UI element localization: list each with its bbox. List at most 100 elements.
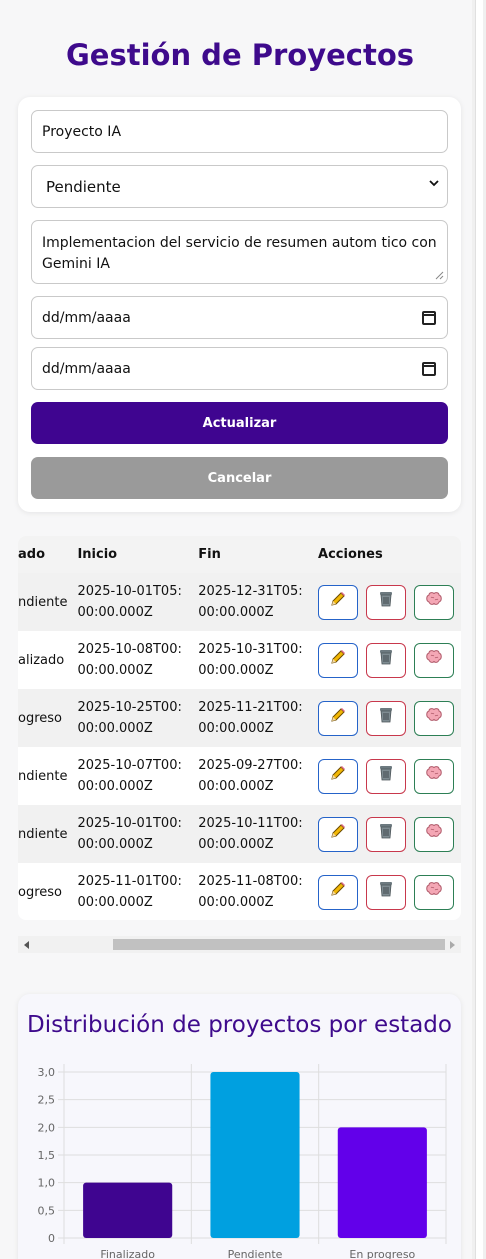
brain-icon (425, 707, 443, 730)
delete-button[interactable] (366, 700, 407, 736)
delete-button[interactable] (366, 816, 407, 852)
column-header-acciones: Acciones (308, 536, 461, 573)
table-header-row: ado Inicio Fin Acciones (18, 536, 461, 573)
start-date-input[interactable]: dd/mm/aaaa (31, 296, 448, 339)
ai-summary-button[interactable] (414, 758, 455, 794)
pencil-icon (329, 590, 347, 615)
cell-inicio: 2025-11-01T00:00:00.000Z (77, 874, 182, 910)
trash-icon (378, 590, 394, 615)
edit-button[interactable] (318, 584, 359, 620)
cancel-button[interactable]: Cancelar (31, 457, 448, 499)
status-select[interactable]: Pendiente (31, 165, 448, 208)
ai-summary-button[interactable] (414, 700, 455, 736)
update-button[interactable]: Actualizar (31, 402, 448, 444)
project-name-value: Proyecto IA (42, 123, 122, 140)
page-title: Gestión de Proyectos (65, 38, 414, 72)
scroll-right-arrow-icon[interactable] (450, 941, 455, 949)
delete-button[interactable] (366, 642, 407, 678)
cell-acciones (308, 689, 461, 747)
project-name-input[interactable]: Proyecto IA (31, 110, 448, 153)
delete-button[interactable] (366, 874, 407, 910)
scrollbar-thumb[interactable] (113, 939, 445, 950)
cell-fin: 2025-10-31T00:00:00.000Z (198, 642, 303, 678)
table-row: ndiente 2025-10-01T05:00:00.000Z 2025-12-3… (18, 573, 461, 631)
start-date-placeholder: dd/mm/aaaa (42, 309, 131, 326)
delete-button[interactable] (366, 584, 407, 620)
x-tick-label: Pendiente (228, 1248, 283, 1259)
trash-icon (378, 764, 394, 789)
table-row: ogreso 2025-10-25T00:00:00.000Z 2025-11-21… (18, 689, 461, 747)
cell-acciones (308, 863, 461, 920)
cell-acciones (308, 805, 461, 863)
table-row: ndiente 2025-10-01T00:00:00.000Z 2025-10-1… (18, 805, 461, 863)
cell-estado: ndiente (18, 768, 68, 784)
y-tick-label: 1,0 (38, 1177, 56, 1190)
column-header-fin: Fin (188, 536, 309, 573)
pencil-icon (329, 880, 347, 905)
ai-summary-button[interactable] (414, 874, 455, 910)
cell-estado: ogreso (18, 689, 68, 747)
calendar-icon[interactable] (422, 362, 436, 376)
trash-icon (378, 648, 394, 673)
pencil-icon (329, 648, 347, 673)
y-tick-label: 0 (48, 1232, 55, 1245)
edit-button[interactable] (318, 758, 359, 794)
cell-inicio: 2025-10-07T00:00:00.000Z (77, 758, 182, 794)
cell-inicio: 2025-10-25T00:00:00.000Z (67, 689, 189, 747)
trash-icon (378, 706, 394, 731)
y-tick-label: 3,0 (38, 1066, 56, 1079)
bar-chart: 0 0,5 1,0 1,5 2,0 2,5 3,0 Finalizado Pendiente En… (38, 1064, 447, 1259)
y-tick-label: 1,5 (38, 1149, 56, 1162)
brain-icon (425, 765, 443, 788)
bar-finalizado[interactable] (83, 1182, 173, 1238)
cell-inicio: 2025-10-08T00:00:00.000Z (77, 642, 182, 678)
scroll-left-arrow-icon[interactable] (24, 941, 29, 949)
calendar-icon[interactable] (422, 311, 436, 325)
pencil-icon (329, 764, 347, 789)
trash-icon (378, 822, 394, 847)
cell-acciones (308, 631, 461, 689)
cell-acciones (308, 747, 461, 805)
ai-summary-button[interactable] (414, 584, 455, 620)
cell-inicio: 2025-10-01T05:00:00.000Z (67, 573, 189, 631)
ai-summary-button[interactable] (414, 816, 455, 852)
pencil-icon (329, 706, 347, 731)
column-header-estado: ado (18, 536, 68, 573)
cell-estado: ogreso (18, 884, 62, 900)
edit-button[interactable] (318, 816, 359, 852)
cell-fin: 2025-10-11T00:00:00.000Z (188, 805, 309, 863)
cell-estado: ndiente (18, 805, 68, 863)
trash-icon (378, 880, 394, 905)
bar-pendiente[interactable] (210, 1072, 300, 1238)
edit-button[interactable] (318, 874, 359, 910)
cell-fin: 2025-09-27T00:00:00.000Z (198, 758, 303, 794)
chevron-down-icon (429, 180, 439, 187)
description-textarea[interactable]: Implementacion del servicio de resumen a… (31, 220, 448, 284)
cell-estado: ndiente (18, 573, 68, 631)
x-tick-label: En progreso (349, 1248, 415, 1259)
chart-card: Distribución de proyectos por estado 0 0,… (18, 994, 461, 1259)
cell-fin: 2025-12-31T05:00:00.000Z (188, 573, 309, 631)
table-row: alizado 2025-10-08T00:00:00.000Z 2025-10-3… (18, 631, 461, 689)
edit-button[interactable] (318, 700, 359, 736)
resize-grip-icon[interactable] (435, 271, 444, 280)
y-tick-label: 2,5 (38, 1094, 56, 1107)
brain-icon (425, 591, 443, 614)
edit-button[interactable] (318, 642, 359, 678)
column-header-inicio: Inicio (67, 536, 189, 573)
ai-summary-button[interactable] (414, 642, 455, 678)
cell-fin: 2025-11-21T00:00:00.000Z (188, 689, 309, 747)
y-tick-label: 2,0 (38, 1121, 56, 1134)
cell-acciones (308, 573, 461, 631)
page-scrollbar-thumb[interactable] (475, 0, 483, 1259)
end-date-input[interactable]: dd/mm/aaaa (31, 347, 448, 390)
cell-estado: alizado (18, 652, 65, 668)
end-date-placeholder: dd/mm/aaaa (42, 360, 131, 377)
page-scrollbar[interactable] (472, 0, 486, 1259)
delete-button[interactable] (366, 758, 407, 794)
brain-icon (425, 881, 443, 904)
table-horizontal-scrollbar[interactable] (18, 936, 461, 953)
description-value: Implementacion del servicio de resumen a… (42, 235, 437, 272)
pencil-icon (329, 822, 347, 847)
bar-en-progreso[interactable] (337, 1127, 427, 1238)
